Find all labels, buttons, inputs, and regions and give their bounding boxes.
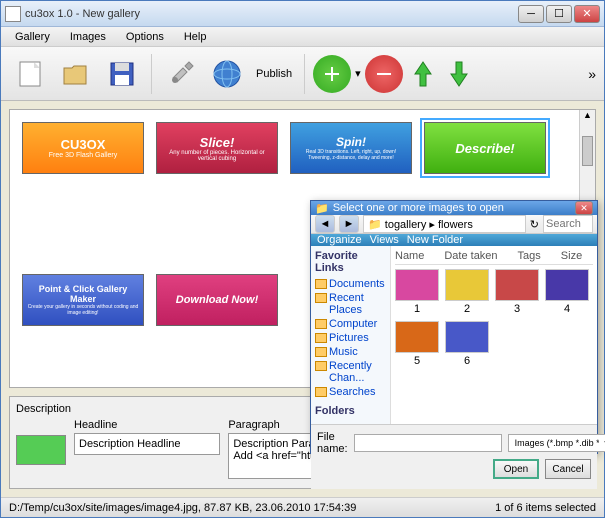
filetype-select[interactable]: Images (*.bmp *.dib *.rle *.jpg [508,434,605,452]
thumb-subtitle: Real 3D transitions. Left, right, up, do… [295,149,407,161]
open-button[interactable] [55,53,97,95]
publish-label: Publish [256,68,292,80]
add-image-button[interactable] [313,55,351,93]
gallery-thumb[interactable]: Slice! Any number of pieces. Horizontal … [156,122,278,174]
toolbar-separator [304,54,305,94]
thumb-title: Slice! [200,135,235,150]
filename-label: File name: [317,431,348,455]
status-path: D:/Temp/cu3ox/site/images/image4.jpg, 87… [9,502,495,514]
sidebar-item-music[interactable]: Music [315,345,386,359]
sidebar-header: Favorite Links [315,250,386,274]
thumb-title: Spin! [336,135,366,149]
dialog-close-button[interactable]: ✕ [575,201,593,215]
headline-input[interactable] [74,433,220,455]
titlebar[interactable]: cu3ox 1.0 - New gallery ─ ☐ ✕ [1,1,604,27]
path-breadcrumb[interactable]: 📁 togallery ▸ flowers [363,215,526,233]
thumb-subtitle: Free 3D Flash Gallery [49,152,117,159]
maximize-button[interactable]: ☐ [546,5,572,23]
filename-input[interactable] [354,434,502,452]
thumb-title: Describe! [455,141,514,156]
gallery-thumb-selected[interactable]: Describe! [424,122,546,174]
gallery-thumb[interactable]: CU3OX Free 3D Flash Gallery [22,122,144,174]
search-input[interactable] [543,215,593,233]
statusbar: D:/Temp/cu3ox/site/images/image4.jpg, 87… [1,497,604,517]
nav-forward-button[interactable]: ► [339,215,359,233]
gallery-thumb[interactable]: Point & Click Gallery Maker Create your … [22,274,144,326]
newfolder-button[interactable]: New Folder [407,234,463,246]
sidebar-item-pictures[interactable]: Pictures [315,331,386,345]
gallery-thumb[interactable]: Download Now! [156,274,278,326]
thumb-title: CU3OX [61,137,106,152]
nav-back-button[interactable]: ◄ [315,215,335,233]
close-button[interactable]: ✕ [574,5,600,23]
scroll-thumb[interactable] [582,136,593,166]
minimize-button[interactable]: ─ [518,5,544,23]
dropdown-icon[interactable]: ▾ [355,67,361,80]
move-up-button[interactable] [407,54,439,94]
file-thumb[interactable]: 4 [545,269,589,315]
sidebar-item-documents[interactable]: Documents [315,277,386,291]
sidebar-item-recently[interactable]: Recently Chan... [315,359,386,385]
thumb-subtitle: Any number of pieces. Horizontal or vert… [161,150,273,162]
open-file-button[interactable]: Open [493,459,539,479]
dialog-body: Favorite Links Documents Recent Places C… [311,246,597,424]
new-button[interactable] [9,53,51,95]
sidebar-item-recent[interactable]: Recent Places [315,291,386,317]
dialog-titlebar[interactable]: 📁 Select one or more images to open ✕ [311,201,597,215]
folders-header[interactable]: Folders [315,405,386,417]
dialog-footer: File name: Images (*.bmp *.dib *.rle *.j… [311,424,597,489]
views-menu[interactable]: Views [370,234,399,246]
file-thumb[interactable]: 2 [445,269,489,315]
thumb-title: Download Now! [176,294,259,306]
description-preview-thumb [16,435,66,465]
sidebar-item-searches[interactable]: Searches [315,385,386,399]
dialog-toolbar: Organize Views New Folder [311,234,597,246]
dialog-nav: ◄ ► 📁 togallery ▸ flowers ↻ [311,215,597,234]
save-button[interactable] [101,53,143,95]
column-headers[interactable]: Name Date taken Tags Size [395,250,593,265]
menu-help[interactable]: Help [174,29,217,45]
sidebar-item-computer[interactable]: Computer [315,317,386,331]
toolbar-overflow-icon[interactable]: » [588,66,596,82]
window-title: cu3ox 1.0 - New gallery [25,8,516,20]
folder-icon: 📁 [315,202,329,215]
menubar: Gallery Images Options Help [1,27,604,47]
app-icon [5,6,21,22]
settings-button[interactable] [160,53,202,95]
file-thumb[interactable]: 5 [395,321,439,367]
file-open-dialog: 📁 Select one or more images to open ✕ ◄ … [310,200,598,454]
status-selection: 1 of 6 items selected [495,502,596,514]
menu-images[interactable]: Images [60,29,116,45]
main-window: cu3ox 1.0 - New gallery ─ ☐ ✕ Gallery Im… [0,0,605,518]
thumbs-row: CU3OX Free 3D Flash Gallery Slice! Any n… [22,122,583,174]
publish-button[interactable] [206,53,248,95]
dialog-title: Select one or more images to open [333,202,573,214]
toolbar-separator [151,54,152,94]
organize-menu[interactable]: Organize [317,234,362,246]
folder-icon: 📁 [368,219,382,231]
move-down-button[interactable] [443,54,475,94]
cancel-button[interactable]: Cancel [545,459,591,479]
refresh-icon[interactable]: ↻ [530,218,539,231]
file-thumbs: 1234 56 [395,269,593,367]
file-thumb[interactable]: 1 [395,269,439,315]
menu-options[interactable]: Options [116,29,174,45]
dialog-sidebar: Favorite Links Documents Recent Places C… [311,246,391,424]
file-thumb[interactable]: 3 [495,269,539,315]
thumb-title: Point & Click Gallery Maker [27,284,139,304]
thumb-subtitle: Create your gallery in seconds without c… [27,304,139,316]
toolbar: Publish ▾ » [1,47,604,101]
menu-gallery[interactable]: Gallery [5,29,60,45]
gallery-thumb[interactable]: Spin! Real 3D transitions. Left, right, … [290,122,412,174]
headline-label: Headline [74,419,220,431]
dialog-file-area: Name Date taken Tags Size 1234 56 [391,246,597,424]
remove-image-button[interactable] [365,55,403,93]
file-thumb[interactable]: 6 [445,321,489,367]
